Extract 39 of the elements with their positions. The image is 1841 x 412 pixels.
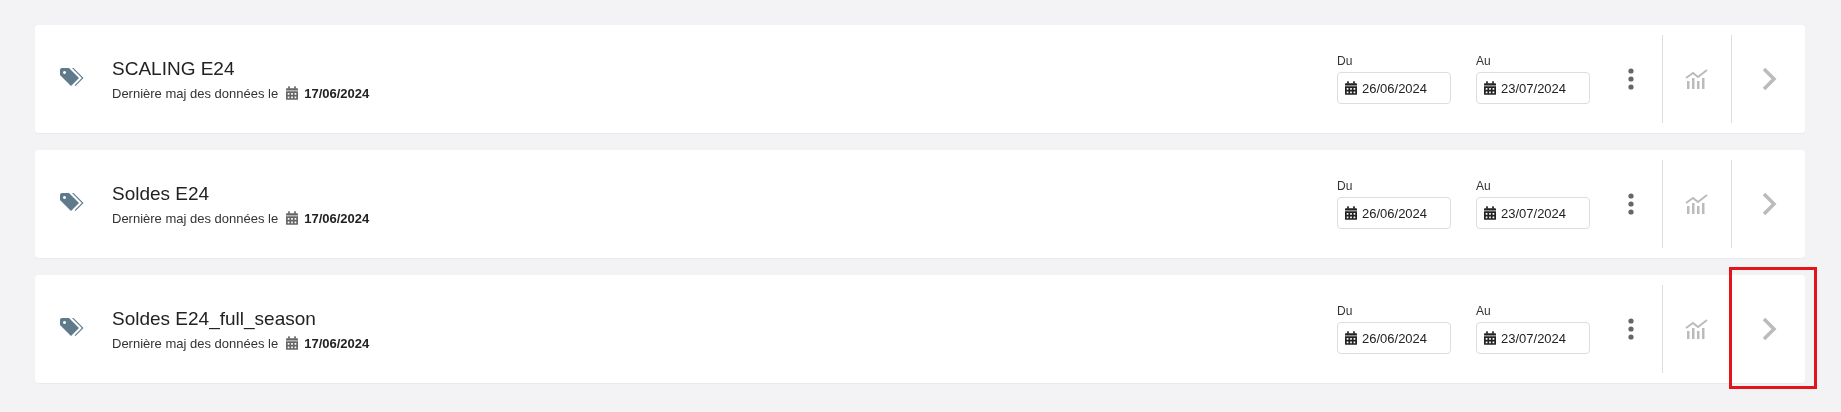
calendar-icon <box>1484 81 1496 95</box>
update-date: 17/06/2024 <box>304 335 370 351</box>
date-field[interactable]: 26/06/2024 <box>1337 197 1451 229</box>
date-field[interactable]: 23/07/2024 <box>1476 72 1590 104</box>
update-label: Dernière maj des données le <box>112 210 279 226</box>
update-label: Dernière maj des données le <box>112 335 279 351</box>
field-label: Au <box>1476 304 1492 318</box>
field-label: Du <box>1337 179 1354 193</box>
calendar-icon <box>286 211 299 225</box>
more-vertical-icon <box>1628 68 1634 90</box>
campaign-title: Soldes E24 <box>112 182 211 205</box>
chevron-right-icon <box>1760 191 1777 217</box>
date-field[interactable]: 23/07/2024 <box>1476 322 1590 354</box>
calendar-icon <box>286 336 299 350</box>
more-vertical-icon <box>1628 318 1634 340</box>
chevron-right-icon <box>1760 66 1777 92</box>
chart-icon <box>1685 318 1709 340</box>
chart-icon <box>1685 68 1709 90</box>
field-label: Du <box>1337 54 1354 68</box>
calendar-icon <box>1484 206 1496 220</box>
field-label: Au <box>1476 54 1492 68</box>
calendar-icon <box>1345 81 1357 95</box>
update-label: Dernière maj des données le <box>112 85 279 101</box>
field-label: Au <box>1476 179 1492 193</box>
date-field[interactable]: 23/07/2024 <box>1476 197 1590 229</box>
calendar-icon <box>286 86 299 100</box>
calendar-icon <box>1345 331 1357 345</box>
campaign-title: SCALING E24 <box>112 57 236 80</box>
more-vertical-icon <box>1628 193 1634 215</box>
date-field[interactable]: 26/06/2024 <box>1337 322 1451 354</box>
update-date: 17/06/2024 <box>304 85 370 101</box>
chart-icon <box>1685 193 1709 215</box>
update-date: 17/06/2024 <box>304 210 370 226</box>
campaign-title: Soldes E24_full_season <box>112 307 317 330</box>
field-label: Du <box>1337 304 1354 318</box>
chevron-right-icon <box>1760 316 1777 342</box>
date-field[interactable]: 26/06/2024 <box>1337 72 1451 104</box>
calendar-icon <box>1484 331 1496 345</box>
calendar-icon <box>1345 206 1357 220</box>
